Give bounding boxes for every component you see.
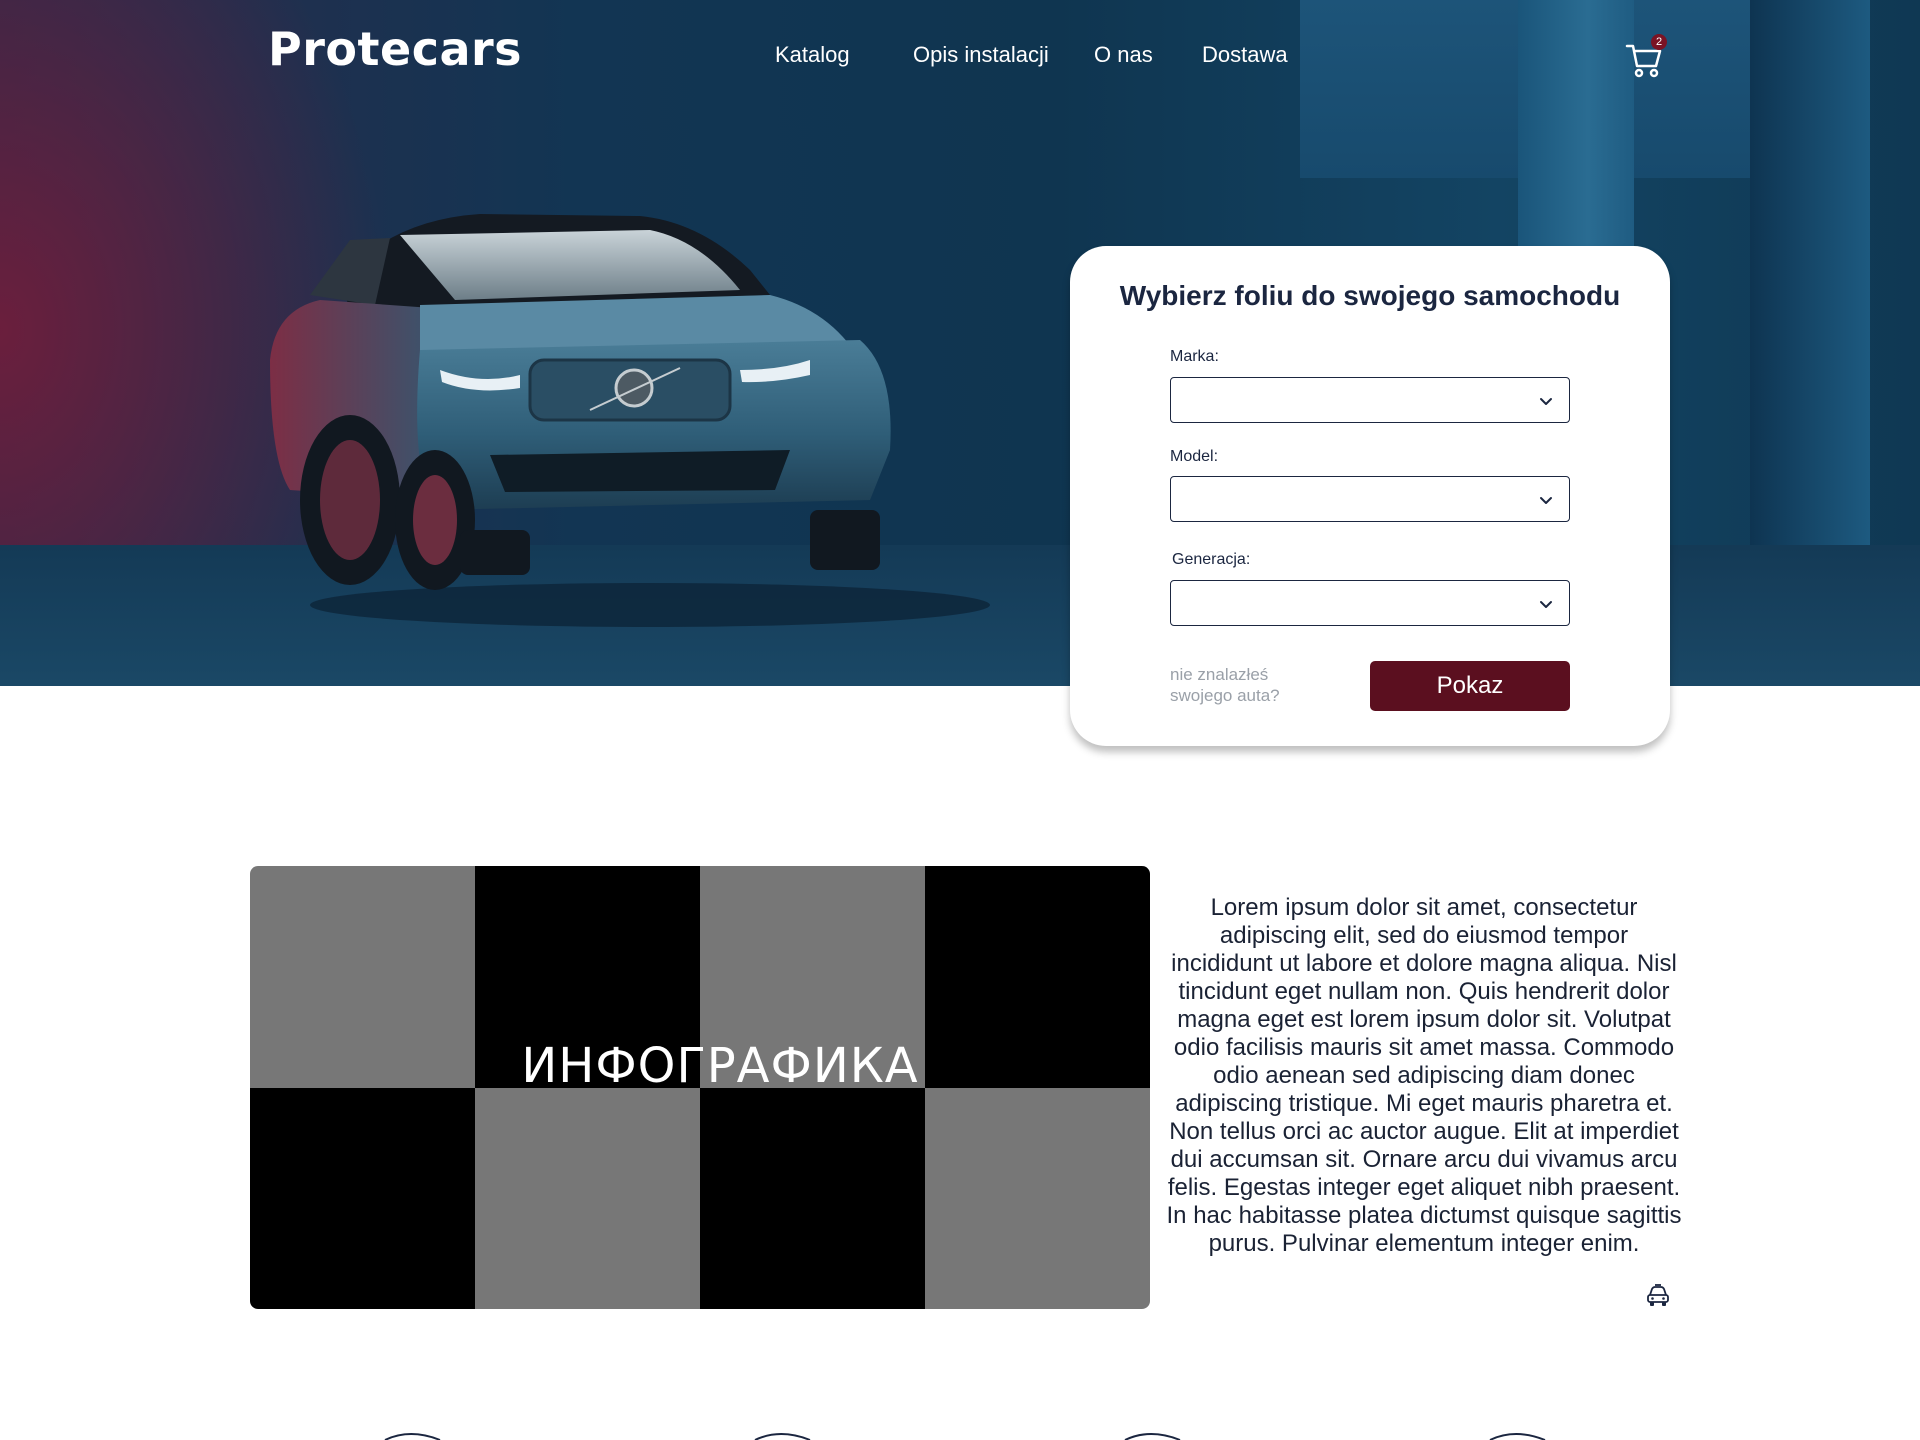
chevron-down-icon [1540,398,1552,405]
marka-label: Marka: [1170,348,1219,365]
car-photo [270,214,990,627]
cart-count-badge: 2 [1651,34,1667,50]
infographic-label: ИНФОГРАФИКА [521,1038,919,1094]
checker-cell [250,1087,475,1309]
cart-button[interactable]: 2 [1624,34,1668,78]
car-not-found-link[interactable]: nie znalazłeś swojego auta? [1170,664,1320,706]
nav-item-o-nas[interactable]: O nas [1094,42,1153,68]
infographic-placeholder: ИНФОГРАФИКА [250,866,1150,1309]
model-select[interactable] [1170,476,1570,522]
nav-item-katalog[interactable]: Katalog [775,42,850,68]
checker-cell [925,1087,1150,1309]
hint-line: swojego auta? [1170,686,1280,705]
checker-cell [475,1087,700,1309]
model-label: Model: [1170,448,1219,465]
description-text: Lorem ipsum dolor sit amet, consectetur … [1166,894,1682,1257]
show-button[interactable]: Pokaz [1370,661,1570,711]
hint-line: nie znalazłeś [1170,665,1269,684]
chevron-down-icon [1540,497,1552,504]
car-icon [1647,1284,1669,1306]
chevron-down-icon [1540,601,1552,608]
nav-item-dostawa[interactable]: Dostawa [1202,42,1288,68]
form-title: Wybierz foliu do swojego samochodu [1119,280,1621,311]
marka-select[interactable] [1170,377,1570,423]
generacja-select[interactable] [1170,580,1570,626]
next-section-hint [384,1433,1546,1440]
generacja-label: Generacja: [1172,551,1251,568]
checker-cell [700,1087,925,1309]
nav-item-opis-instalacji[interactable]: Opis instalacji [913,42,1049,68]
car-selector-form: Wybierz foliu do swojego samochodu Marka… [1070,246,1670,746]
